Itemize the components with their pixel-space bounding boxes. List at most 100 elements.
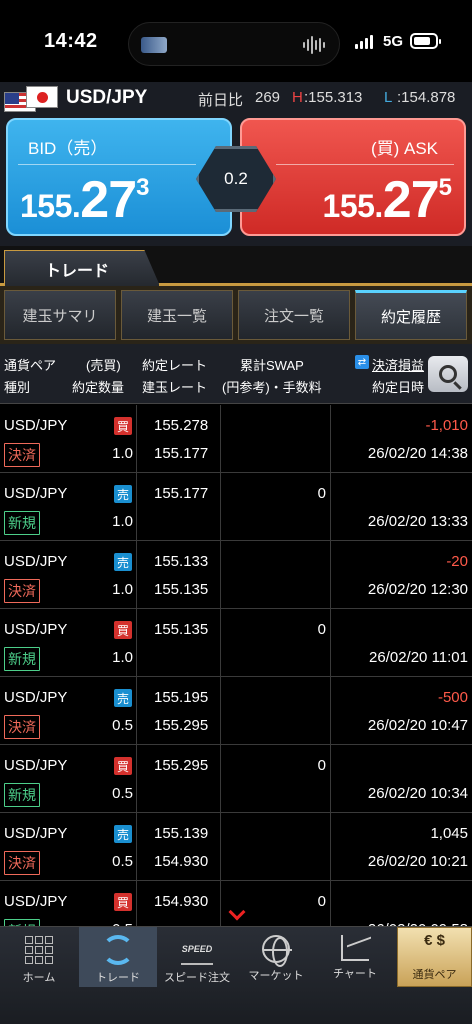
- nav-chart[interactable]: チャート: [316, 927, 394, 987]
- row-pos-rate: 155.135: [154, 581, 209, 598]
- refresh-arrows-icon: [102, 935, 134, 965]
- bid-divider: [18, 164, 196, 165]
- col-pl-toggle[interactable]: 決済損益: [372, 355, 424, 374]
- row-qty: 0.5: [112, 853, 133, 870]
- ask-label: (買) ASK: [370, 139, 438, 158]
- signal-icon: [355, 35, 373, 49]
- col-swap: 累計SWAP: [240, 358, 304, 373]
- row-type-badge: 新規: [4, 783, 40, 807]
- row-pl: -1,010: [425, 417, 468, 434]
- bottom-nav: ホーム トレード SPEED スピード注文 マーケット チャート € $ 通貨ペ…: [0, 926, 472, 1024]
- nav-speed-order[interactable]: SPEED スピード注文: [158, 927, 236, 987]
- row-qty: 1.0: [112, 445, 133, 462]
- table-row[interactable]: USD/JPY 買決済 1.0 155.278 155.177 -1,010 26/02/2…: [0, 405, 472, 473]
- row-type-badge: 新規: [4, 511, 40, 535]
- table-row[interactable]: USD/JPY 売決済 0.5 155.139 154.930 1,045 26/02/20…: [0, 813, 472, 881]
- scroll-down-icon[interactable]: [228, 908, 244, 918]
- row-datetime: 26/02/20 11:01: [369, 649, 468, 666]
- row-pair: USD/JPY: [4, 553, 68, 570]
- nav-market[interactable]: マーケット: [237, 927, 315, 987]
- ask-divider: [276, 164, 454, 165]
- speed-icon: SPEED: [181, 935, 213, 965]
- table-header: 通貨ペア (売買) 種別 約定数量 約定レート 建玉レート 累計SWAP (円参…: [0, 344, 472, 404]
- row-side-badge: 売: [114, 825, 132, 843]
- row-pair: USD/JPY: [4, 485, 68, 502]
- pair-title[interactable]: USD/JPY: [66, 87, 147, 109]
- currency-icon: € $: [424, 932, 445, 949]
- status-bar: 14:42 5G: [0, 0, 472, 82]
- row-pl: -500: [437, 689, 468, 706]
- row-qty: 1.0: [112, 513, 133, 530]
- table-row[interactable]: USD/JPY 売決済 0.5 155.195 155.295 -500 26/02/20 …: [0, 677, 472, 745]
- row-pos-rate: 154.930: [154, 853, 209, 870]
- col-side: (売買): [86, 358, 121, 373]
- col-datetime: 約定日時: [372, 380, 425, 395]
- row-qty: 0.5: [112, 717, 133, 734]
- row-pair: USD/JPY: [4, 621, 68, 638]
- grid-icon: [23, 935, 55, 965]
- search-button[interactable]: [428, 356, 468, 392]
- subtab-order-list[interactable]: 注文一覧: [238, 290, 350, 340]
- row-datetime: 26/02/20 10:21: [367, 853, 468, 870]
- audio-wave-icon: [303, 35, 325, 55]
- jp-flag-icon: [26, 86, 58, 108]
- table-row[interactable]: USD/JPY 売決済 1.0 155.133 155.135 -20 26/02/20 1…: [0, 541, 472, 609]
- row-exec-rate: 155.295: [154, 757, 209, 774]
- row-pos-rate: 155.177: [154, 445, 209, 462]
- nav-home-label: ホーム: [22, 972, 56, 984]
- nav-home[interactable]: ホーム: [0, 927, 78, 987]
- col-rate: 約定レート: [142, 358, 208, 373]
- media-thumbnail-icon: [141, 37, 167, 53]
- row-swap: 0: [317, 485, 326, 502]
- row-datetime: 26/02/20 13:33: [367, 513, 468, 530]
- row-pair: USD/JPY: [4, 825, 68, 842]
- globe-icon: [262, 935, 292, 967]
- col-type: 種別: [4, 380, 31, 395]
- row-datetime: 26/02/20 12:30: [367, 581, 468, 598]
- nav-trade[interactable]: トレード: [79, 927, 157, 987]
- tab-trade[interactable]: トレード: [4, 250, 160, 286]
- row-type-badge: 決済: [4, 443, 40, 467]
- row-exec-rate: 155.135: [154, 621, 209, 638]
- subtab-execution-history[interactable]: 約定履歴: [355, 290, 467, 340]
- trade-tab-bar: トレード: [0, 246, 472, 286]
- col-fee: (円参考)・手数料: [222, 380, 322, 395]
- row-type-badge: 新規: [4, 647, 40, 671]
- table-row[interactable]: USD/JPY 売新規 1.0 155.177 0 26/02/20 13:33: [0, 473, 472, 541]
- table-row[interactable]: USD/JPY 買新規 1.0 155.135 0 26/02/20 11:01: [0, 609, 472, 677]
- row-exec-rate: 155.133: [154, 553, 209, 570]
- row-pl: 1,045: [430, 825, 468, 842]
- rate-header[interactable]: USD/JPY 前日比 269 H :155.313 L :154.878: [0, 82, 472, 114]
- subtab-position-summary[interactable]: 建玉サマリ: [4, 290, 116, 340]
- row-swap: 0: [317, 757, 326, 774]
- nav-chart-label: チャート: [333, 968, 377, 980]
- row-qty: 0.5: [112, 785, 133, 802]
- status-time: 14:42: [44, 30, 98, 52]
- dynamic-island: [128, 22, 340, 66]
- row-pair: USD/JPY: [4, 757, 68, 774]
- table-row[interactable]: USD/JPY 買新規 0.5 155.295 0 26/02/20 10:34: [0, 745, 472, 813]
- sync-icon[interactable]: ⇄: [355, 355, 369, 369]
- row-side-badge: 買: [114, 757, 132, 775]
- subtab-position-list[interactable]: 建玉一覧: [121, 290, 233, 340]
- row-type-badge: 決済: [4, 851, 40, 875]
- row-exec-rate: 155.177: [154, 485, 209, 502]
- nav-pair-label: 通貨ペア: [412, 969, 457, 981]
- col-pair: 通貨ペア: [4, 358, 57, 373]
- nav-speed-label: スピード注文: [164, 972, 230, 984]
- nav-trade-label: トレード: [96, 972, 140, 984]
- currency-flags-icon: [4, 86, 60, 112]
- row-side-badge: 売: [114, 553, 132, 571]
- row-swap: 0: [317, 621, 326, 638]
- row-datetime: 26/02/20 14:38: [367, 445, 468, 462]
- row-exec-rate: 155.139: [154, 825, 209, 842]
- row-type-badge: 決済: [4, 579, 40, 603]
- ask-price: 155.275: [322, 171, 452, 229]
- execution-list[interactable]: USD/JPY 買決済 1.0 155.278 155.177 -1,010 26/02/2…: [0, 405, 472, 927]
- row-exec-rate: 155.278: [154, 417, 209, 434]
- high-label: H: [292, 89, 303, 106]
- subtab-bar: 建玉サマリ 建玉一覧 注文一覧 約定履歴: [0, 286, 472, 344]
- low-value: :154.878: [397, 89, 456, 106]
- row-exec-rate: 154.930: [154, 893, 209, 910]
- nav-currency-pair[interactable]: € $ 通貨ペア: [397, 927, 472, 987]
